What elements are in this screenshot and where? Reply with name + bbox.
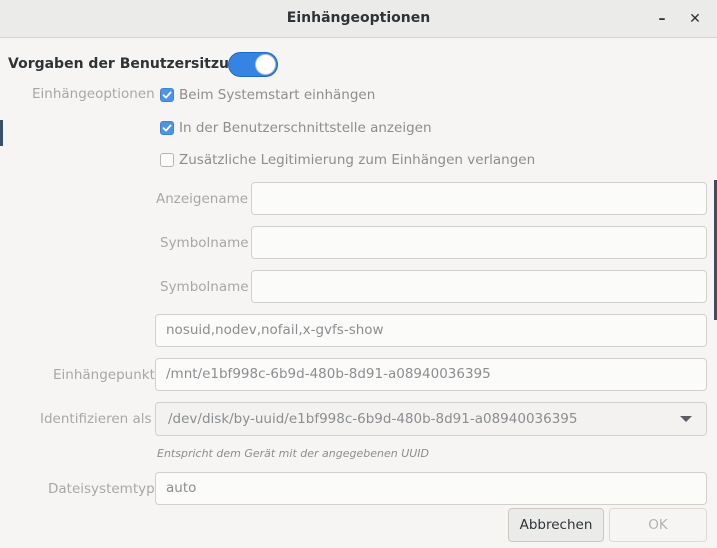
checkbox-require-auth[interactable]: Zusätzliche Legitimierung zum Einhängen … <box>160 150 535 170</box>
close-button[interactable]: ✕ <box>682 6 708 32</box>
mount-options-input[interactable]: nosuid,nodev,nofail,x-gvfs-show <box>155 314 707 347</box>
symbolic-icon-name-label: Symbolname <box>160 279 249 295</box>
mount-point-input[interactable]: /mnt/e1bf998c-6b9d-480b-8d91-a0894003639… <box>155 358 707 391</box>
user-session-defaults-label: Vorgaben der Benutzersitzung <box>8 56 249 72</box>
mount-options-label: Einhängeoptionen <box>32 86 155 102</box>
checkbox-mount-at-startup[interactable]: Beim Systemstart einhängen <box>160 85 375 105</box>
display-name-input[interactable] <box>251 182 707 215</box>
user-session-defaults-switch[interactable] <box>228 52 278 77</box>
minimize-icon: – <box>658 11 666 27</box>
minimize-button[interactable]: – <box>649 6 675 32</box>
background-window-edge <box>0 120 3 146</box>
checkbox-show-in-ui[interactable]: In der Benutzerschnittstelle anzeigen <box>160 118 432 138</box>
checkbox-label: Beim Systemstart einhängen <box>179 87 376 103</box>
identify-as-hint: Entspricht dem Gerät mit der angegebenen… <box>157 447 430 460</box>
window-title: Einhängeoptionen <box>286 10 431 26</box>
filesystem-type-label: Dateisystemtyp <box>48 481 155 497</box>
mount-point-label: Einhängepunkt <box>53 367 155 383</box>
titlebar: Einhängeoptionen – ✕ <box>0 0 717 38</box>
ok-button[interactable]: OK <box>609 508 707 542</box>
mount-options-dialog: Einhängeoptionen – ✕ Vorgaben der Benutz… <box>0 0 717 548</box>
checkbox-unchecked-icon <box>160 153 174 167</box>
symbolic-icon-name-input[interactable] <box>251 270 707 303</box>
checkbox-checked-icon <box>160 121 174 135</box>
icon-name-label: Symbolname <box>160 235 249 251</box>
cancel-button[interactable]: Abbrechen <box>508 508 604 542</box>
icon-name-input[interactable] <box>251 226 707 259</box>
checkbox-label: Zusätzliche Legitimierung zum Einhängen … <box>179 152 536 168</box>
close-icon: ✕ <box>689 11 701 27</box>
identify-as-label: Identifizieren als <box>40 411 152 427</box>
display-name-label: Anzeigename <box>156 191 249 207</box>
checkbox-checked-icon <box>160 88 174 102</box>
identify-as-dropdown[interactable]: /dev/disk/by-uuid/e1bf998c-6b9d-480b-8d9… <box>155 402 707 436</box>
checkbox-label: In der Benutzerschnittstelle anzeigen <box>179 120 432 136</box>
filesystem-type-input[interactable]: auto <box>155 472 707 505</box>
chevron-down-icon <box>680 416 692 422</box>
switch-knob <box>255 54 276 75</box>
identify-as-selected: /dev/disk/by-uuid/e1bf998c-6b9d-480b-8d9… <box>168 411 578 427</box>
